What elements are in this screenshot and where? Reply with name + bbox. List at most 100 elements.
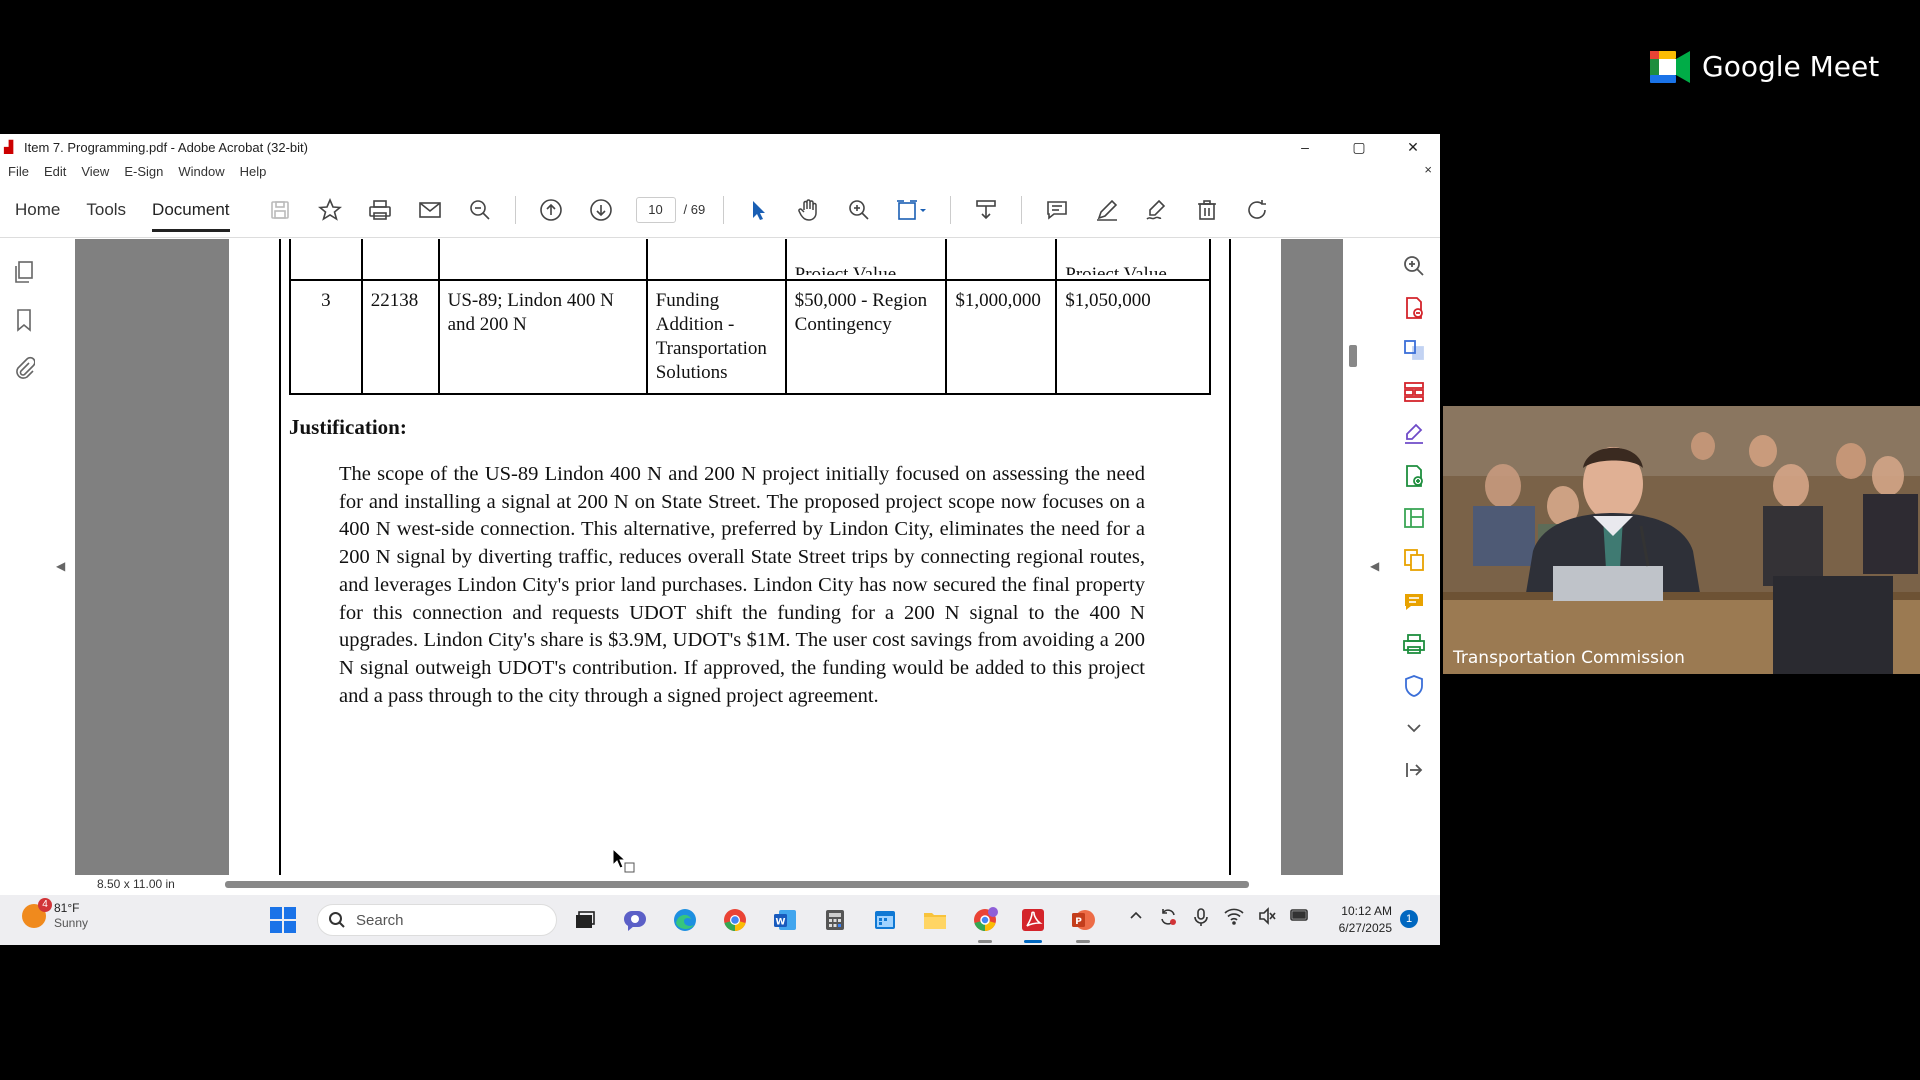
table-header-cell (945, 239, 1058, 281)
chrome-icon[interactable] (720, 905, 750, 935)
table-header-cell: Project Value (1055, 239, 1211, 281)
microphone-icon[interactable] (1192, 907, 1210, 932)
fit-page-icon[interactable] (894, 195, 930, 225)
calculator-icon[interactable] (820, 905, 850, 935)
speaker-muted-icon[interactable] (1258, 907, 1276, 932)
google-meet-brand: Google Meet (1650, 50, 1879, 83)
sign-icon[interactable] (1142, 195, 1172, 225)
task-view-icon[interactable] (570, 905, 600, 935)
vertical-scrollbar[interactable] (1343, 239, 1363, 875)
page-thumbnails-icon[interactable] (9, 257, 39, 287)
page-size-label: 8.50 x 11.00 in (97, 877, 175, 891)
hand-tool-icon[interactable] (794, 195, 824, 225)
windows-start-button[interactable] (270, 907, 296, 933)
menu-bar: File Edit View E-Sign Window Help × (0, 160, 1440, 182)
table-header-cell (289, 239, 363, 281)
clock-date: 6/27/2025 (1338, 921, 1392, 935)
powerpoint-icon[interactable]: P (1068, 905, 1098, 943)
fill-sign-icon[interactable] (1399, 419, 1429, 449)
minimize-button[interactable]: – (1278, 134, 1332, 160)
teams-chat-icon[interactable] (620, 905, 650, 935)
taskbar: 4 81°F Sunny Search W P 10:12 AM 6/27/20… (0, 895, 1440, 945)
battery-icon[interactable] (1290, 907, 1310, 932)
document-viewer[interactable]: Project Value Project Value 3 22138 US-8… (75, 239, 1343, 875)
menu-window[interactable]: Window (178, 164, 224, 179)
tab-tools[interactable]: Tools (73, 182, 139, 238)
outlook-calendar-icon[interactable] (870, 905, 900, 935)
left-navigation-rail (0, 239, 50, 945)
project-table: Project Value Project Value 3 22138 US-8… (289, 239, 1211, 395)
taskbar-search[interactable]: Search (317, 904, 557, 936)
video-feed-image (1443, 406, 1920, 674)
menu-edit[interactable]: Edit (44, 164, 66, 179)
workspace: ◀ Project Value Project Value 3 22138 US… (0, 239, 1440, 945)
weather-widget[interactable]: 4 81°F Sunny (22, 898, 88, 931)
start-tile (270, 921, 282, 933)
print-production-icon[interactable] (1399, 629, 1429, 659)
create-pdf-icon[interactable] (1399, 461, 1429, 491)
zoom-search-icon[interactable] (1399, 251, 1429, 281)
page-total: / 69 (683, 202, 706, 217)
cell-type: Funding Addition - Transportation Soluti… (645, 279, 787, 395)
edge-browser-icon[interactable] (670, 905, 700, 935)
convert-icon[interactable] (1399, 335, 1429, 365)
app-active-indicator (1024, 940, 1042, 943)
restore-button[interactable]: ▢ (1332, 134, 1386, 160)
export-pdf-icon[interactable] (1399, 293, 1429, 323)
table-header-cell (437, 239, 648, 281)
more-tools-chevron-icon[interactable] (1399, 713, 1429, 743)
horizontal-scrollbar[interactable] (225, 881, 1249, 888)
zoom-in-icon[interactable] (844, 195, 874, 225)
acrobat-icon[interactable] (1018, 905, 1048, 943)
word-icon[interactable]: W (770, 905, 800, 935)
menu-esign[interactable]: E-Sign (124, 164, 163, 179)
participant-video-tile[interactable]: Transportation Commission (1443, 406, 1920, 674)
comment-tool-icon[interactable] (1399, 587, 1429, 617)
notification-badge[interactable]: 1 (1400, 910, 1418, 928)
menu-file[interactable]: File (8, 164, 29, 179)
search-document-icon[interactable] (465, 195, 495, 225)
taskbar-clock[interactable]: 10:12 AM 6/27/2025 (1320, 903, 1392, 937)
edit-pdf-icon[interactable] (1399, 503, 1429, 533)
delete-icon[interactable] (1192, 195, 1222, 225)
wifi-icon[interactable] (1224, 907, 1244, 932)
save-icon[interactable] (265, 195, 295, 225)
collapse-right-panel-icon[interactable]: ◀ (1370, 559, 1379, 573)
close-document-button[interactable]: × (1424, 162, 1432, 177)
attachments-icon[interactable] (9, 353, 39, 383)
table-header-cell (645, 239, 787, 281)
rotate-icon[interactable] (1242, 195, 1272, 225)
file-explorer-icon[interactable] (920, 905, 950, 935)
pdf-file-icon: ▟ (4, 140, 14, 154)
previous-page-icon[interactable] (536, 195, 566, 225)
print-icon[interactable] (365, 195, 395, 225)
chrome-profile-icon[interactable] (970, 905, 1000, 943)
highlight-pen-icon[interactable] (1092, 195, 1122, 225)
system-tray (1128, 907, 1310, 932)
scroll-thumb[interactable] (1349, 345, 1357, 367)
select-cursor-icon[interactable] (744, 195, 774, 225)
menu-view[interactable]: View (81, 164, 109, 179)
protect-icon[interactable] (1399, 671, 1429, 701)
table-header-row: Project Value Project Value (289, 239, 1211, 281)
sync-icon[interactable] (1158, 907, 1178, 932)
expand-panel-icon[interactable] (1399, 755, 1429, 785)
combine-files-icon[interactable] (1399, 545, 1429, 575)
collapse-left-panel-icon[interactable]: ◀ (56, 559, 65, 573)
status-bar: 8.50 x 11.00 in (0, 875, 1388, 893)
organize-pages-icon[interactable] (1399, 377, 1429, 407)
tab-document[interactable]: Document (139, 182, 242, 238)
comment-icon[interactable] (1042, 195, 1072, 225)
next-page-icon[interactable] (586, 195, 616, 225)
email-icon[interactable] (415, 195, 445, 225)
tab-home[interactable]: Home (2, 182, 73, 238)
start-tile (284, 907, 296, 919)
star-icon[interactable] (315, 195, 345, 225)
show-hidden-icons-chevron-icon[interactable] (1128, 907, 1144, 932)
scroll-mode-icon[interactable] (971, 195, 1001, 225)
page-number-input[interactable]: 10 (635, 196, 676, 223)
start-tile (284, 921, 296, 933)
bookmark-icon[interactable] (9, 305, 39, 335)
menu-help[interactable]: Help (240, 164, 267, 179)
close-button[interactable]: ✕ (1386, 134, 1440, 160)
